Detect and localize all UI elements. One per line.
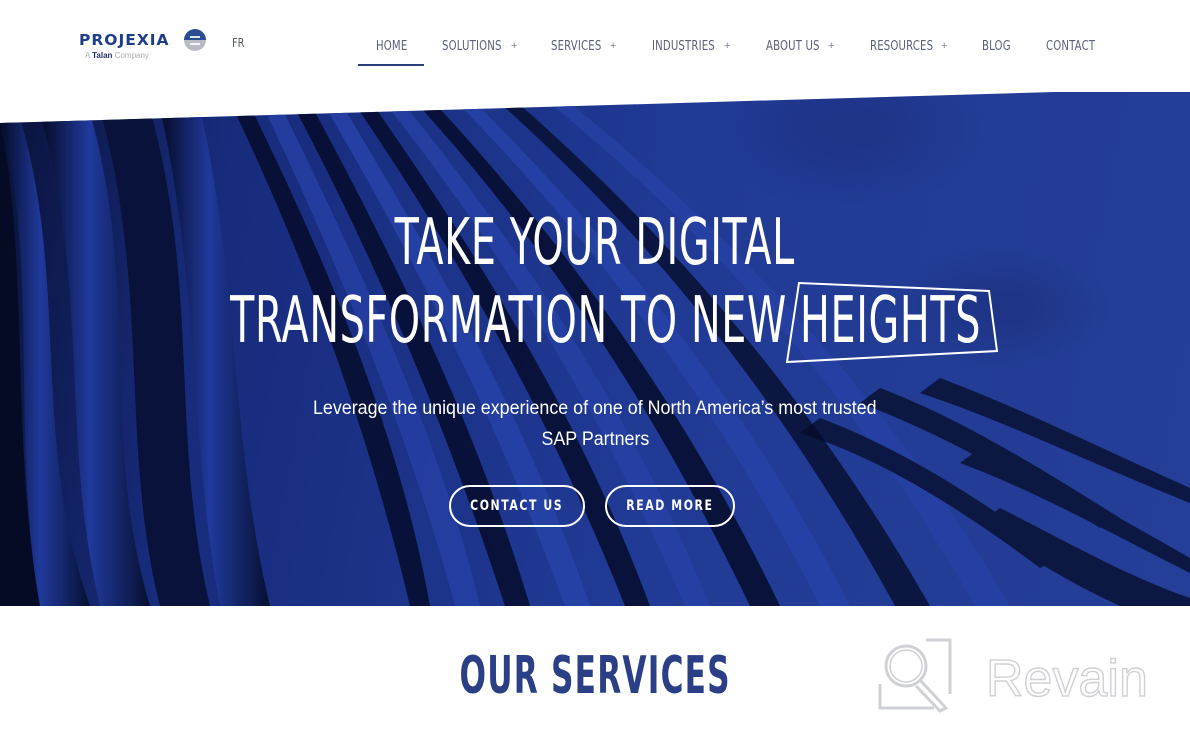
read-more-label: READ MORE [626,498,714,514]
contact-us-button[interactable]: CONTACT US [449,485,585,527]
contact-us-label: CONTACT US [470,498,564,514]
plus-icon: + [610,40,617,52]
logo-tagline: A Talan Company [85,51,149,60]
site-header: PROJEXIA A Talan Company FR HOME SOLUTIO… [0,0,1190,92]
plus-icon: + [511,40,518,52]
nav-label: CONTACT [1046,38,1096,54]
hero-banner: TAKE YOUR DIGITAL TRANSFORMATION TO NEW … [0,88,1190,606]
hero-title-line-1-text: TAKE YOUR DIGITAL [394,206,796,280]
hero-subtitle-line-1: Leverage the unique experience of one of… [313,398,877,419]
nav-item-blog[interactable]: BLOG [964,26,1028,66]
plus-icon: + [941,40,948,52]
hero-title-line-2: TRANSFORMATION TO NEW HEIGHTS [0,284,1190,358]
revain-logo-icon [878,638,952,713]
nav-label: SOLUTIONS [442,38,502,54]
nav-item-home[interactable]: HOME [358,26,424,66]
nav-label: HOME [376,38,408,54]
projexia-badge-icon [184,29,206,51]
logo-tagline-prefix: A [85,51,90,60]
nav-item-contact[interactable]: CONTACT [1028,26,1118,66]
plus-icon: + [724,40,731,52]
hero-title-line-2-text: TRANSFORMATION TO NEW HEIGHTS [230,284,981,358]
services-heading-text: OUR SERVICES [459,646,731,706]
nav-label: SERVICES [551,38,602,54]
hero-title-highlight: HEIGHTS [800,284,982,358]
language-switch-fr[interactable]: FR [232,36,245,50]
revain-watermark: Revain [876,634,1166,714]
hero-title-prefix: TRANSFORMATION TO NEW [230,284,787,358]
svg-text:Revain: Revain [986,650,1148,708]
logo-tagline-brand: Talan [92,51,113,60]
nav-item-services[interactable]: SERVICES + [533,26,634,66]
nav-label: ABOUT US [766,38,820,54]
logo-tagline-suffix: Company [114,51,149,60]
projexia-logo[interactable]: PROJEXIA A Talan Company [79,29,209,65]
revain-wordmark: Revain [986,649,1149,708]
nav-label: RESOURCES [870,38,934,54]
nav-item-solutions[interactable]: SOLUTIONS + [424,26,533,66]
nav-item-about-us[interactable]: ABOUT US + [748,26,852,66]
hero-subtitle-line-2: SAP Partners [541,429,649,450]
hero-title-line-1: TAKE YOUR DIGITAL [0,206,1190,280]
plus-icon: + [828,40,835,52]
hero-subtitle: Leverage the unique experience of one of… [0,393,1190,455]
nav-label: INDUSTRIES [652,38,715,54]
nav-item-resources[interactable]: RESOURCES + [852,26,964,66]
nav-label: BLOG [982,38,1011,54]
logo-wordmark: PROJEXIA [79,31,170,49]
nav-item-industries[interactable]: INDUSTRIES + [634,26,748,66]
read-more-button[interactable]: READ MORE [605,485,735,527]
main-nav: HOME SOLUTIONS + SERVICES + INDUSTRIES +… [358,26,1118,66]
